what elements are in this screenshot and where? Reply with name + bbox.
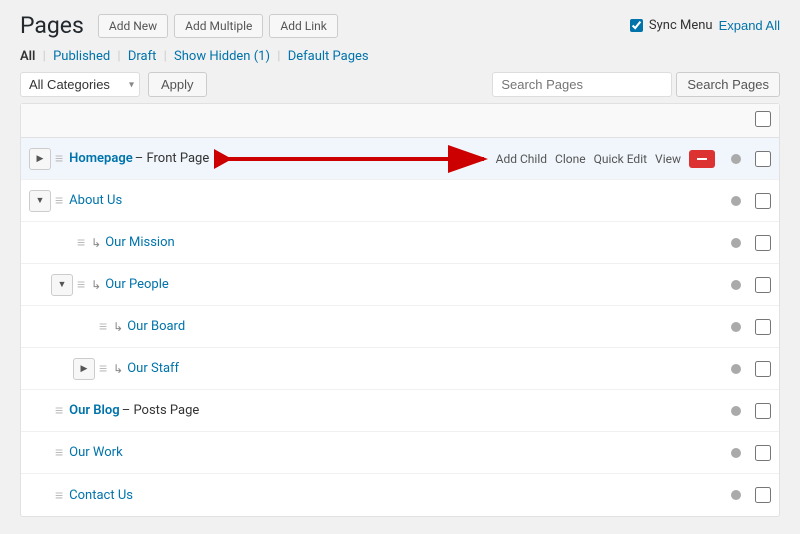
row-toggle-about-us[interactable]: ▼ [29, 190, 51, 212]
child-arrow-icon: ↳ [91, 236, 101, 250]
row-toggle-homepage[interactable]: ▶ [29, 148, 51, 170]
filter-draft[interactable]: Draft [128, 49, 157, 64]
drag-handle-our-mission[interactable]: ≡ [77, 234, 85, 251]
apply-button[interactable]: Apply [148, 72, 207, 97]
status-dot-homepage [731, 154, 741, 164]
table-row: ≡ Contact Us [21, 474, 779, 516]
table-row: ▼ ≡ About Us [21, 180, 779, 222]
status-dot-our-blog [731, 406, 741, 416]
sync-menu-label: Sync Menu [649, 18, 713, 33]
table-row: ≡ Our Blog – Posts Page [21, 390, 779, 432]
table-row: ▶ ≡ ↳ Our Staff [21, 348, 779, 390]
clone-link-homepage[interactable]: Clone [555, 152, 586, 166]
page-title: Pages [20, 12, 84, 39]
page-label-wrap-our-staff: ↳ Our Staff [113, 361, 179, 376]
row-checkbox-our-blog[interactable] [755, 403, 771, 419]
table-row: ▶ ≡ Homepage – Front Page Add Child Clon… [21, 138, 779, 180]
row-checkbox-our-staff[interactable] [755, 361, 771, 377]
row-checkbox-contact-us[interactable] [755, 487, 771, 503]
sync-menu-checkbox[interactable] [630, 19, 643, 32]
filter-show-hidden[interactable]: Show Hidden (1) [174, 49, 270, 64]
page-link-our-mission[interactable]: Our Mission [105, 235, 174, 250]
row-checkbox-our-people[interactable] [755, 277, 771, 293]
page-suffix-our-blog: – Posts Page [122, 403, 200, 418]
page-link-our-people[interactable]: Our People [105, 277, 169, 292]
filter-nav: All | Published | Draft | Show Hidden (1… [20, 49, 780, 64]
expand-all-button[interactable]: Expand All [719, 18, 780, 33]
row-checkbox-about-us[interactable] [755, 193, 771, 209]
page-link-contact-us[interactable]: Contact Us [69, 488, 133, 503]
pages-table: ▶ ≡ Homepage – Front Page Add Child Clon… [20, 103, 780, 517]
page-label-wrap-contact-us: Contact Us [69, 488, 133, 503]
row-checkbox-our-board[interactable] [755, 319, 771, 335]
filter-all[interactable]: All [20, 49, 35, 64]
page-link-our-work[interactable]: Our Work [69, 445, 123, 460]
add-multiple-button[interactable]: Add Multiple [174, 14, 263, 38]
drag-handle-our-blog[interactable]: ≡ [55, 402, 63, 419]
table-header [21, 104, 779, 138]
page-link-our-staff[interactable]: Our Staff [127, 361, 179, 376]
row-checkbox-homepage[interactable] [755, 151, 771, 167]
page-link-about-us[interactable]: About Us [69, 193, 122, 208]
search-area: Search Pages [492, 72, 780, 97]
status-dot-our-board [731, 322, 741, 332]
row-toggle-our-staff[interactable]: ▶ [73, 358, 95, 380]
search-input[interactable] [492, 72, 672, 97]
add-new-button[interactable]: Add New [98, 14, 168, 38]
category-select-wrapper: All Categories ▾ [20, 72, 140, 97]
filter-default-pages[interactable]: Default Pages [288, 49, 369, 64]
drag-handle-our-work[interactable]: ≡ [55, 444, 63, 461]
table-row: ▼ ≡ ↳ Our People [21, 264, 779, 306]
delete-button-homepage[interactable] [689, 150, 715, 168]
filter-published[interactable]: Published [53, 49, 110, 64]
drag-handle-homepage[interactable]: ≡ [55, 150, 63, 167]
page-label-wrap-our-board: ↳ Our Board [113, 319, 185, 334]
child-arrow-icon: ↳ [113, 320, 123, 334]
status-dot-about-us [731, 196, 741, 206]
tablenav: All Categories ▾ Apply Search Pages [20, 72, 780, 97]
page-label-wrap-our-blog: Our Blog – Posts Page [69, 403, 199, 418]
row-toggle-our-people[interactable]: ▼ [51, 274, 73, 296]
status-dot-our-mission [731, 238, 741, 248]
category-select[interactable]: All Categories [20, 72, 140, 97]
table-row: ≡ ↳ Our Board [21, 306, 779, 348]
page-link-homepage[interactable]: Homepage [69, 151, 133, 166]
drag-handle-about-us[interactable]: ≡ [55, 192, 63, 209]
view-link-homepage[interactable]: View [655, 152, 681, 166]
child-arrow-icon: ↳ [91, 278, 101, 292]
page-label-wrap-homepage: Homepage – Front Page [69, 151, 209, 166]
row-checkbox-our-mission[interactable] [755, 235, 771, 251]
page-link-our-board[interactable]: Our Board [127, 319, 185, 334]
page-label-wrap-our-mission: ↳ Our Mission [91, 235, 175, 250]
add-link-button[interactable]: Add Link [269, 14, 337, 38]
page-label-wrap-our-work: Our Work [69, 445, 123, 460]
status-dot-our-people [731, 280, 741, 290]
select-all-checkbox[interactable] [755, 111, 771, 127]
add-child-link-homepage[interactable]: Add Child [496, 152, 547, 166]
status-dot-our-staff [731, 364, 741, 374]
page-label-wrap-our-people: ↳ Our People [91, 277, 169, 292]
drag-handle-our-people[interactable]: ≡ [77, 276, 85, 293]
child-arrow-icon: ↳ [113, 362, 123, 376]
drag-handle-our-board[interactable]: ≡ [99, 318, 107, 335]
drag-handle-contact-us[interactable]: ≡ [55, 487, 63, 504]
page-link-our-blog[interactable]: Our Blog [69, 403, 120, 418]
table-row: ≡ ↳ Our Mission [21, 222, 779, 264]
page-label-wrap-about-us: About Us [69, 193, 122, 208]
row-checkbox-our-work[interactable] [755, 445, 771, 461]
status-dot-contact-us [731, 490, 741, 500]
status-dot-our-work [731, 448, 741, 458]
row-actions-homepage: Add Child Clone Quick Edit View [496, 150, 715, 168]
drag-handle-our-staff[interactable]: ≡ [99, 360, 107, 377]
table-body: ▶ ≡ Homepage – Front Page Add Child Clon… [21, 138, 779, 516]
page-suffix-homepage: – Front Page [135, 151, 210, 166]
search-pages-button[interactable]: Search Pages [676, 72, 780, 97]
quick-edit-link-homepage[interactable]: Quick Edit [594, 152, 647, 166]
table-row: ≡ Our Work [21, 432, 779, 474]
